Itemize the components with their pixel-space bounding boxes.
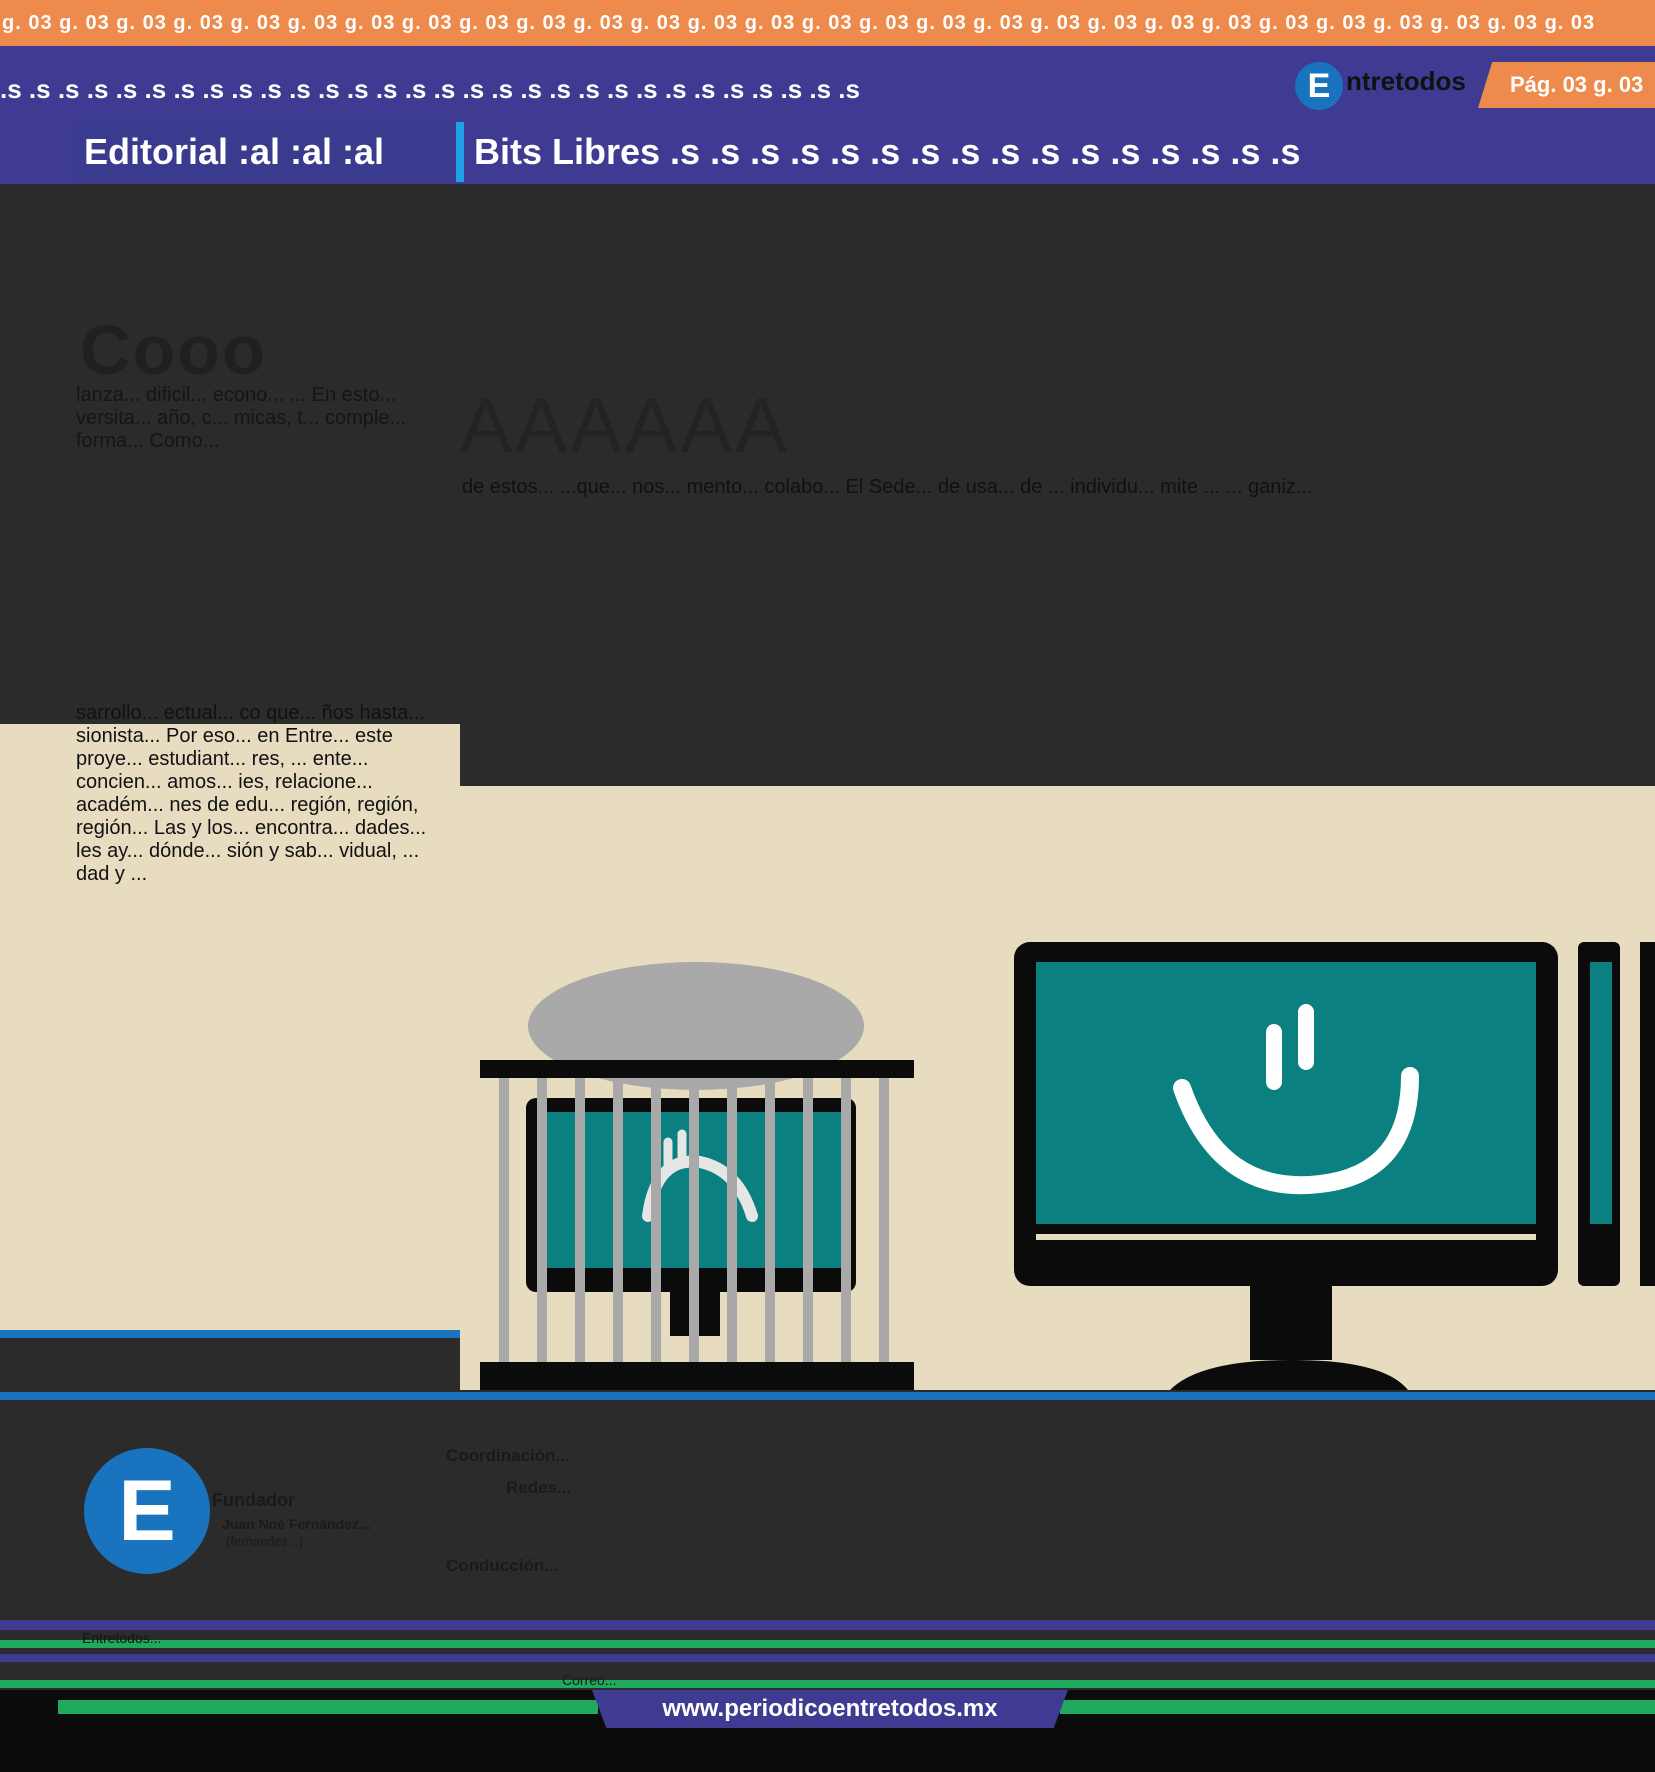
- credit-fundador-name: Juan Noé Fernández...: [222, 1516, 371, 1532]
- footer-stripe: [0, 1654, 1655, 1662]
- credit-redes: Redes...: [506, 1478, 572, 1497]
- brand-name: ntretodos: [1346, 66, 1466, 96]
- footer-legal-text: Entretodos...: [82, 1630, 162, 1646]
- monitor-smile-icon: [1014, 942, 1558, 1390]
- left-column-text-bottom: sarrollo... ectual... co que... ños hast…: [76, 702, 427, 885]
- section-tab-editorial: Editorial :al :al :al: [74, 122, 454, 182]
- page-number-repeat: g. 03 g. 03 g. 03 g. 03 g. 03 g. 03 g. 0…: [2, 12, 1596, 34]
- footer-green-bar: [58, 1700, 598, 1714]
- credit-conduccion: Conducción...: [446, 1556, 559, 1575]
- entretodos-logo-icon: E: [1295, 62, 1343, 110]
- footer-stripe: [0, 1680, 1655, 1688]
- monitors-illustration: [460, 786, 1655, 1390]
- footer-green-bar: [1060, 1700, 1655, 1714]
- website-link[interactable]: www.periodicoentretodos.mx: [592, 1690, 1068, 1728]
- credit-coordinacion: Coordinación...: [446, 1446, 570, 1465]
- footer-stripe: [0, 1620, 1655, 1630]
- separator-left: [0, 1330, 460, 1338]
- date-strip: .s .s .s .s .s .s .s .s .s .s .s .s .s .…: [0, 74, 860, 104]
- section-tab-bits-libres: Bits Libres .s .s .s .s .s .s .s .s .s .…: [456, 122, 1655, 182]
- footer-stripe: [0, 1640, 1655, 1648]
- page-badge: Pág. 03 g. 03: [1478, 62, 1655, 108]
- credit-fundador: Fundador: [212, 1490, 295, 1510]
- left-column-text-top: lanza... dificil... econo... ... En esto…: [76, 384, 407, 452]
- article-body-text: de estos... ...que... nos... mento... co…: [462, 476, 1313, 498]
- separator-main: [0, 1392, 1655, 1400]
- caged-monitor-sad-icon: [480, 962, 914, 1390]
- footer-contact-text: Correo...: [562, 1672, 617, 1688]
- credit-fundador-email: (fernandez...): [226, 1534, 304, 1549]
- article-subhead: AAAAAA: [460, 381, 791, 469]
- page-number-bar: g. 03 g. 03 g. 03 g. 03 g. 03 g. 03 g. 0…: [0, 0, 1655, 46]
- entretodos-masthead-logo-icon: E: [84, 1448, 210, 1574]
- article-headline: Cooo: [80, 311, 267, 389]
- illustration-svg: [480, 942, 1655, 1390]
